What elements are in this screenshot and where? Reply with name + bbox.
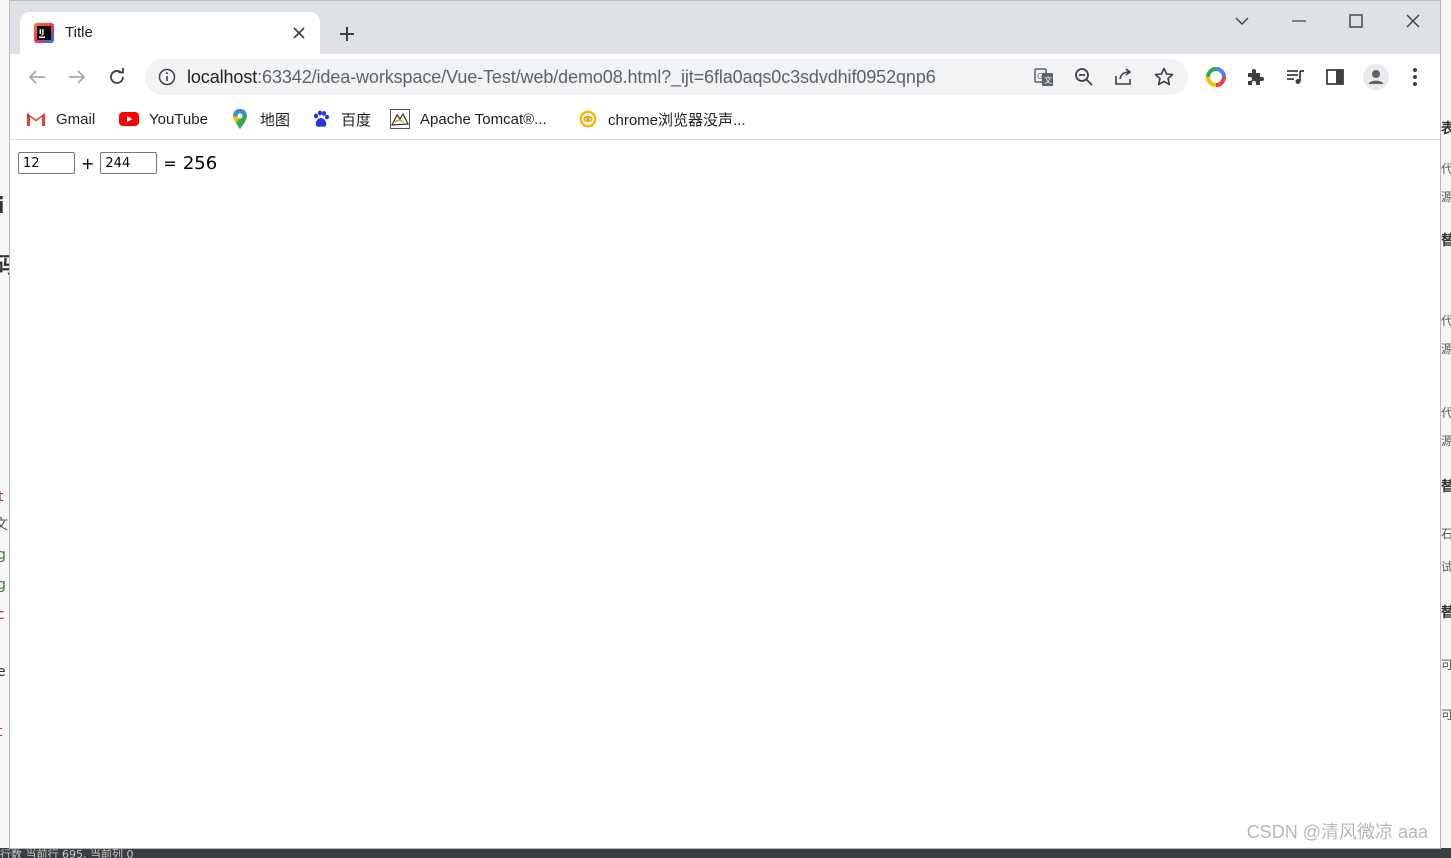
desktop: i 码 t 文 g g c e t 表 代 源 替 代 源 代 源 替 石 试 … [0,0,1451,858]
bg-fragment: 文 [0,517,8,533]
chevron-down-icon[interactable] [1219,7,1265,35]
bg-fragment: 代 [1441,406,1451,420]
tab-strip: IJ Title [10,1,1440,54]
equals-sign: = [163,153,177,173]
bg-fragment: g [0,547,6,563]
url-text[interactable]: localhost:63342/idea-workspace/Vue-Test/… [187,67,936,88]
calculator-form: + = 256 [18,152,217,174]
window-close-icon[interactable] [1390,7,1436,35]
svg-text:G: G [1037,72,1043,81]
svg-text:文: 文 [1044,75,1052,85]
background-ide-right: 表 代 源 替 代 源 代 源 替 石 试 替 可 可 [1441,0,1451,858]
close-icon[interactable] [288,22,310,44]
zoom-out-icon[interactable] [1073,66,1095,88]
bg-fragment: 替 [1441,233,1451,249]
bg-fragment: 源 [1441,434,1451,448]
arrow-left-icon[interactable] [22,62,52,92]
bookmark-label: 百度 [341,111,372,129]
svg-text:IJ: IJ [39,28,44,36]
bookmark-gmail[interactable]: Gmail [26,108,95,130]
bg-fragment: 可 [1441,708,1451,722]
bookmark-label: 地图 [260,111,291,129]
bookmark-label: Gmail [56,110,96,128]
bookmark-label: YouTube [149,110,208,128]
bookmark-chrome-article[interactable]: chrome浏览器没声... [578,108,746,130]
profile-avatar-icon[interactable] [1363,64,1389,90]
page-content: + = 256 CSDN @清风微凉 aaa [10,140,1440,848]
bookmark-youtube[interactable]: YouTube [119,108,208,130]
csdn-watermark: CSDN @清风微凉 aaa [1246,822,1428,842]
chrome-extension-icon [578,109,598,129]
sum-result: 256 [182,152,218,174]
bg-fragment: 码 [0,256,9,278]
background-ide-statusbar: 行数 当前行 695, 当前列 0 [0,848,1451,858]
toolbar: localhost:63342/idea-workspace/Vue-Test/… [10,54,1440,100]
plus-icon[interactable] [334,21,360,47]
bg-fragment: g [0,577,6,593]
plus-sign: + [81,153,95,173]
bg-fragment: 源 [1441,190,1451,204]
share-icon[interactable] [1113,66,1135,88]
star-icon[interactable] [1153,66,1175,88]
bg-fragment: e [0,664,6,680]
more-menu-icon[interactable] [1402,64,1428,90]
url-path: :63342/idea-workspace/Vue-Test/web/demo0… [257,67,936,87]
arrow-right-icon[interactable] [62,62,92,92]
info-icon[interactable] [158,68,176,86]
bg-fragment: 试 [1441,560,1451,574]
bg-status-text: 行数 当前行 695, 当前列 0 [0,848,134,858]
address-bar[interactable]: localhost:63342/idea-workspace/Vue-Test/… [145,59,1188,95]
bg-fragment: 可 [1441,658,1451,672]
browser-window: IJ Title localhost:63342/idea-workspace/… [9,0,1441,849]
media-queue-icon[interactable] [1282,64,1308,90]
bg-fragment: 代 [1441,162,1451,176]
second-number-input[interactable] [100,152,158,174]
bg-fragment: 替 [1441,605,1451,621]
bookmark-label: chrome浏览器没声... [608,111,746,129]
tomcat-icon [390,109,410,129]
side-panel-icon[interactable] [1322,64,1348,90]
bg-fragment: 表 [1441,121,1451,137]
bg-fragment: i [0,194,5,219]
bg-fragment: 替 [1441,479,1451,495]
maximize-icon[interactable] [1333,7,1379,35]
tab-title[interactable]: IJ Title [20,12,320,54]
url-host: localhost [187,67,258,87]
bookmark-maps[interactable]: 地图 [230,108,290,130]
first-number-input[interactable] [18,152,75,174]
bg-fragment: t [0,725,3,739]
google-lens-icon[interactable] [1203,64,1229,90]
bookmark-label: Apache Tomcat®... [420,110,547,128]
maps-icon [230,109,250,129]
bg-fragment: c [0,607,5,623]
bg-fragment: 石 [1441,527,1451,541]
bg-fragment: 源 [1441,342,1451,356]
tab-label: Title [65,24,93,41]
bookmarks-bar: Gmail YouTube 地图 百度 Apache Tomcat®... ch… [10,100,1440,140]
reload-icon[interactable] [102,62,132,92]
intellij-icon: IJ [34,23,54,43]
minimize-icon[interactable] [1276,7,1322,35]
gmail-icon [26,109,46,129]
translate-icon[interactable]: G文 [1033,66,1055,88]
bg-fragment: t [0,489,4,505]
bookmark-baidu[interactable]: 百度 [311,108,371,130]
baidu-icon [311,109,331,129]
bg-fragment: 代 [1441,314,1451,328]
bookmark-apache-tomcat[interactable]: Apache Tomcat®... [390,108,547,130]
youtube-icon [119,109,139,129]
extensions-icon[interactable] [1242,64,1268,90]
background-ide-left: i 码 t 文 g g c e t [0,0,9,858]
